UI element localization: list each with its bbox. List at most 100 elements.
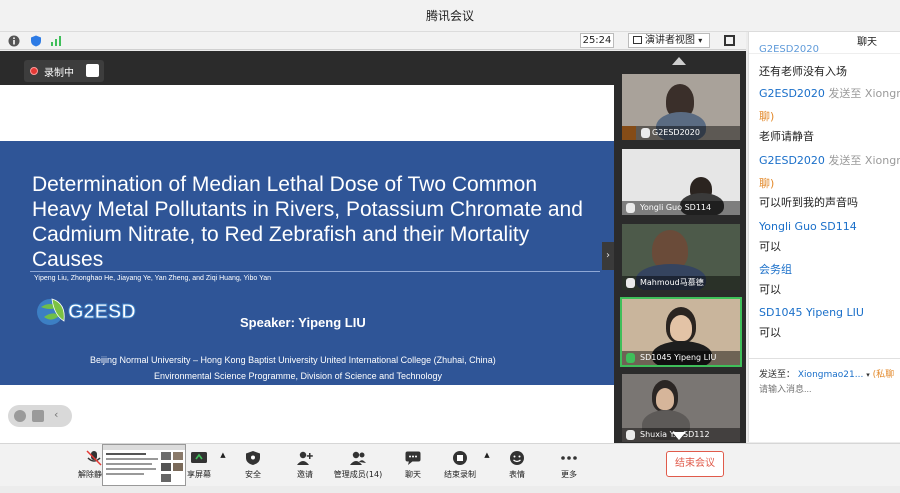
record-options-chevron-icon[interactable]: ▲ — [482, 450, 492, 493]
scroll-up-icon[interactable] — [672, 57, 686, 65]
video-name: Yongli Guo SD114 — [622, 201, 740, 215]
chat-button[interactable]: 聊天 — [400, 444, 426, 487]
recording-label: 录制中 — [44, 68, 74, 79]
reactions-label: 表情 — [509, 470, 525, 479]
security-label: 安全 — [245, 470, 261, 479]
chat-private-tag: 聊) — [759, 177, 775, 190]
more-button[interactable]: 更多 — [556, 444, 582, 487]
window-title-bar: 腾讯会议 — [0, 0, 900, 32]
members-icon — [350, 451, 366, 465]
chat-message-header: G2ESD2020 发送至 Xiongm — [759, 152, 900, 168]
shield-icon[interactable] — [30, 35, 42, 47]
slide-affiliation-1: Beijing Normal University – Hong Kong Ba… — [90, 355, 496, 365]
chat-sender[interactable]: 会务组 — [759, 261, 792, 277]
send-to-label: 发送至： — [759, 370, 796, 380]
manage-members-label: 管理成员(14) — [333, 470, 383, 479]
chat-recipient: 发送至 Xiongm — [828, 154, 900, 167]
slide-title: Determination of Median Lethal Dose of T… — [32, 173, 583, 271]
chat-sender[interactable]: G2ESD2020 — [759, 154, 825, 167]
add-user-icon — [297, 451, 313, 465]
shared-slide: Determination of Median Lethal Dose of T… — [0, 85, 614, 443]
chat-icon — [405, 451, 421, 465]
grid-icon — [633, 36, 642, 44]
video-name: G2ESD2020 — [622, 126, 740, 140]
chat-label: 聊天 — [405, 470, 421, 479]
video-tile[interactable]: G2ESD2020 — [622, 74, 740, 140]
mic-muted-icon — [626, 278, 635, 288]
chevron-left-icon[interactable]: ‹ — [54, 408, 58, 421]
manage-members-button[interactable]: 管理成员(14) — [332, 444, 384, 487]
chevron-down-icon: ▾ — [866, 371, 870, 379]
shield-icon — [246, 451, 260, 465]
chat-message-text: 还有老师没有入场 — [759, 65, 847, 78]
more-dots-icon — [561, 456, 577, 460]
video-tile[interactable]: Mahmoud马慕德 — [622, 224, 740, 290]
view-mode-dropdown[interactable]: 演讲者视图 ▾ — [628, 33, 710, 48]
mic-muted-icon — [626, 203, 635, 213]
share-screen-label: 享屏幕 — [187, 470, 211, 479]
meeting-timer: 25:24 — [580, 33, 614, 48]
chat-message-text: 可以 — [759, 240, 781, 253]
chat-sender[interactable]: Yongli Guo SD114 — [759, 220, 857, 233]
emoji-icon[interactable] — [14, 410, 26, 422]
info-icon[interactable] — [8, 35, 20, 47]
meeting-toolbar: 25:24 演讲者视图 ▾ — [0, 32, 746, 50]
chat-divider — [749, 358, 900, 359]
chat-message-header: G2ESD2020 发送至 Xiongm — [759, 85, 900, 101]
signal-strength-icon[interactable] — [50, 35, 62, 47]
record-dot-icon — [30, 67, 38, 75]
invite-button[interactable]: 邀请 — [292, 444, 318, 487]
slide-authors: Yipeng Liu, Zhonghao He, Jiayang Ye, Yan… — [34, 275, 272, 282]
send-to-selector[interactable]: 发送至： Xiongmao21... ▾ (私聊 — [759, 367, 894, 380]
chat-message-text: 可以 — [759, 283, 781, 296]
slide-speaker: Speaker: Yipeng LIU — [240, 315, 366, 330]
chat-message-text: 可以 — [759, 326, 781, 339]
window-title: 腾讯会议 — [425, 9, 474, 23]
video-name: Mahmoud马慕德 — [622, 276, 740, 290]
logo-text: G2ESD — [68, 301, 137, 324]
reactions-button[interactable]: 表情 — [504, 444, 530, 487]
annotation-mini-toolbar[interactable]: ‹ — [8, 405, 72, 427]
security-button[interactable]: 安全 — [240, 444, 266, 487]
send-to-target[interactable]: Xiongmao21... — [798, 370, 863, 380]
share-screen-button[interactable]: 享屏幕 — [184, 444, 214, 487]
comment-icon[interactable] — [32, 410, 44, 422]
slide-divider — [30, 271, 600, 272]
video-tile-active-speaker[interactable]: SD1045 Yipeng LIU — [620, 297, 742, 367]
share-screen-icon — [191, 452, 207, 463]
fullscreen-icon[interactable] — [724, 35, 735, 46]
chat-message-text: 老师请静音 — [759, 130, 814, 143]
chat-panel: 聊天 G2ESD2020 还有老师没有入场 G2ESD2020 发送至 Xion… — [748, 32, 900, 442]
video-tile[interactable]: Yongli Guo SD114 — [622, 149, 740, 215]
video-name: SD1045 Yipeng LIU — [622, 351, 740, 365]
end-recording-button[interactable]: 结束录制 — [440, 444, 480, 487]
screen-share-thumbnail[interactable] — [102, 444, 186, 486]
chat-private-tag: 聊) — [759, 110, 775, 123]
scroll-down-icon[interactable] — [672, 432, 686, 440]
g2esd-logo: G2ESD — [36, 295, 146, 329]
more-label: 更多 — [561, 470, 577, 479]
chat-sender-partial: G2ESD2020 — [759, 44, 819, 55]
mic-muted-icon — [626, 430, 635, 440]
chevron-down-icon: ▾ — [698, 36, 703, 45]
stop-recording-button[interactable] — [86, 64, 99, 77]
chat-input[interactable] — [759, 384, 889, 394]
stop-record-icon — [453, 451, 467, 465]
chat-sender[interactable]: G2ESD2020 — [759, 87, 825, 100]
collapse-video-panel-button[interactable]: › — [602, 242, 614, 270]
send-to-private: (私聊 — [872, 370, 895, 380]
chat-sender[interactable]: SD1045 Yipeng LIU — [759, 306, 864, 319]
share-options-chevron-icon[interactable]: ▲ — [218, 450, 228, 493]
invite-label: 邀请 — [297, 470, 313, 479]
slide-affiliation-2: Environmental Science Programme, Divisio… — [154, 371, 442, 381]
chat-recipient: 发送至 Xiongm — [828, 87, 900, 100]
end-recording-label: 结束录制 — [444, 470, 476, 479]
emoji-icon — [510, 451, 524, 465]
end-meeting-button[interactable]: 结束会议 — [666, 451, 724, 477]
mic-muted-icon — [641, 128, 650, 138]
mic-active-icon — [626, 353, 635, 363]
view-mode-label: 演讲者视图 — [645, 35, 695, 46]
mic-muted-icon — [86, 450, 102, 466]
chat-message-text: 可以听到我的声音吗 — [759, 196, 858, 209]
recording-indicator: 录制中 — [24, 60, 104, 82]
